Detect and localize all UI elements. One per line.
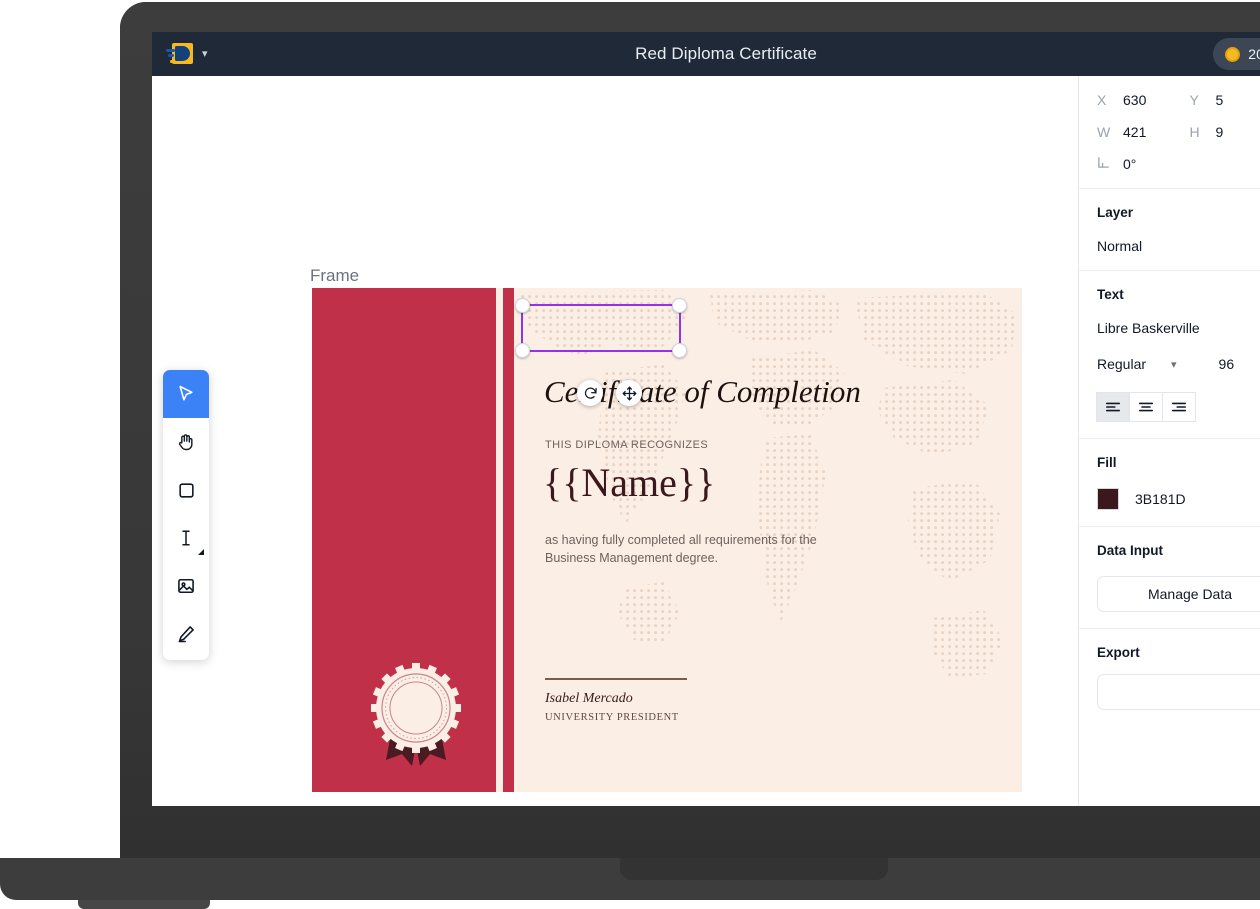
align-center-button[interactable]: [1129, 392, 1163, 422]
signature-name[interactable]: Isabel Mercado: [545, 691, 633, 707]
blend-mode-value: Normal: [1097, 238, 1143, 254]
certificate-red-stripe: [503, 288, 514, 792]
move-icon[interactable]: [616, 380, 642, 406]
angle-field[interactable]: 0°: [1097, 156, 1190, 172]
credit-badge[interactable]: 20 credit: [1213, 38, 1260, 70]
font-weight-row: Regular ▾ 96: [1097, 356, 1260, 372]
text-heading: Text: [1097, 287, 1124, 302]
data-input-section: Data Input Manage Data: [1079, 526, 1260, 628]
fill-hex-value[interactable]: 3B181D: [1135, 491, 1186, 507]
laptop-screen: ▾ Red Diploma Certificate 20 credit Fram…: [152, 32, 1260, 806]
w-field[interactable]: W 421: [1097, 124, 1190, 140]
font-family-select[interactable]: Libre Baskerville: [1097, 320, 1260, 336]
x-value: 630: [1123, 92, 1147, 108]
titlebar-left: ▾: [152, 42, 382, 66]
align-right-button[interactable]: [1162, 392, 1196, 422]
text-align-group: [1096, 392, 1260, 422]
properties-panel: X 630 Y 5 W 421 H 9 0° Layer Normal Text…: [1078, 76, 1260, 806]
certificate-name-placeholder[interactable]: {{Name}}: [543, 463, 715, 503]
transform-section: X 630 Y 5 W 421 H 9 0°: [1079, 76, 1260, 188]
certificate-body: Certificate of Completion THIS DIPLOMA R…: [514, 288, 1022, 792]
coin-icon: [1225, 46, 1241, 62]
certificate-eyebrow[interactable]: THIS DIPLOMA RECOGNIZES: [545, 439, 708, 451]
chevron-down-icon[interactable]: ▾: [1171, 358, 1177, 371]
fill-heading: Fill: [1097, 455, 1117, 470]
logo-mark-icon[interactable]: [166, 42, 193, 66]
text-tool[interactable]: [163, 514, 209, 562]
tool-rail: [163, 370, 209, 660]
x-label: X: [1097, 92, 1107, 108]
w-label: W: [1097, 124, 1111, 140]
certificate-paragraph[interactable]: as having fully completed all requiremen…: [545, 531, 845, 567]
layer-heading: Layer: [1097, 205, 1134, 220]
layer-section: Layer Normal ▾: [1079, 188, 1260, 270]
signature-rule: [545, 678, 687, 680]
fill-section: Fill 3B181D: [1079, 438, 1260, 526]
titlebar-right: 20 credit: [1070, 38, 1260, 70]
transform-row-rotation: 0°: [1097, 156, 1260, 172]
font-weight-select[interactable]: Regular: [1097, 356, 1171, 372]
h-value: 9: [1215, 124, 1224, 140]
signature-role[interactable]: UNIVERSITY PRESIDENT: [545, 712, 679, 723]
pen-tool[interactable]: [163, 610, 209, 658]
export-section: Export: [1079, 628, 1260, 726]
rectangle-tool[interactable]: [163, 466, 209, 514]
data-input-heading: Data Input: [1097, 543, 1163, 558]
blend-mode-select[interactable]: Normal ▾: [1097, 238, 1260, 254]
align-left-button[interactable]: [1096, 392, 1130, 422]
canvas-area[interactable]: Frame Certificate of Completion THIS DIP…: [152, 76, 1078, 806]
page-title: Red Diploma Certificate: [635, 44, 817, 63]
certificate-artboard[interactable]: Certificate of Completion THIS DIPLOMA R…: [312, 288, 1022, 792]
y-value: 5: [1215, 92, 1224, 108]
w-value: 421: [1123, 124, 1147, 140]
transform-row-position: X 630 Y 5: [1097, 92, 1260, 108]
select-tool[interactable]: [163, 370, 209, 418]
rotate-icon[interactable]: [577, 380, 603, 406]
x-field[interactable]: X 630: [1097, 92, 1190, 108]
fill-color-swatch[interactable]: [1097, 488, 1119, 510]
fill-row: 3B181D: [1097, 488, 1260, 510]
font-size-input[interactable]: 96: [1219, 356, 1235, 372]
chevron-down-icon[interactable]: ▾: [202, 48, 208, 60]
screenshot-root: ▾ Red Diploma Certificate 20 credit Fram…: [0, 0, 1260, 909]
h-field[interactable]: H 9: [1190, 124, 1260, 140]
manage-data-button[interactable]: Manage Data: [1097, 576, 1260, 612]
text-section: Text Libre Baskerville Regular ▾ 96: [1079, 270, 1260, 438]
hand-tool[interactable]: [163, 418, 209, 466]
y-field[interactable]: Y 5: [1190, 92, 1260, 108]
export-heading: Export: [1097, 645, 1140, 660]
image-tool[interactable]: [163, 562, 209, 610]
laptop-base-notch: [620, 858, 888, 880]
export-button[interactable]: [1097, 674, 1260, 710]
app-titlebar: ▾ Red Diploma Certificate 20 credit: [152, 32, 1260, 76]
y-label: Y: [1189, 92, 1199, 108]
credit-label: 20 credit: [1248, 46, 1260, 62]
transform-row-size: W 421 H 9: [1097, 124, 1260, 140]
award-rosette-icon[interactable]: [368, 662, 464, 768]
h-label: H: [1189, 124, 1200, 140]
angle-value: 0°: [1123, 156, 1137, 172]
frame-label[interactable]: Frame: [310, 266, 359, 286]
laptop-foot: [78, 900, 210, 909]
tool-expand-indicator-icon: [198, 549, 204, 555]
angle-icon: [1097, 156, 1109, 172]
